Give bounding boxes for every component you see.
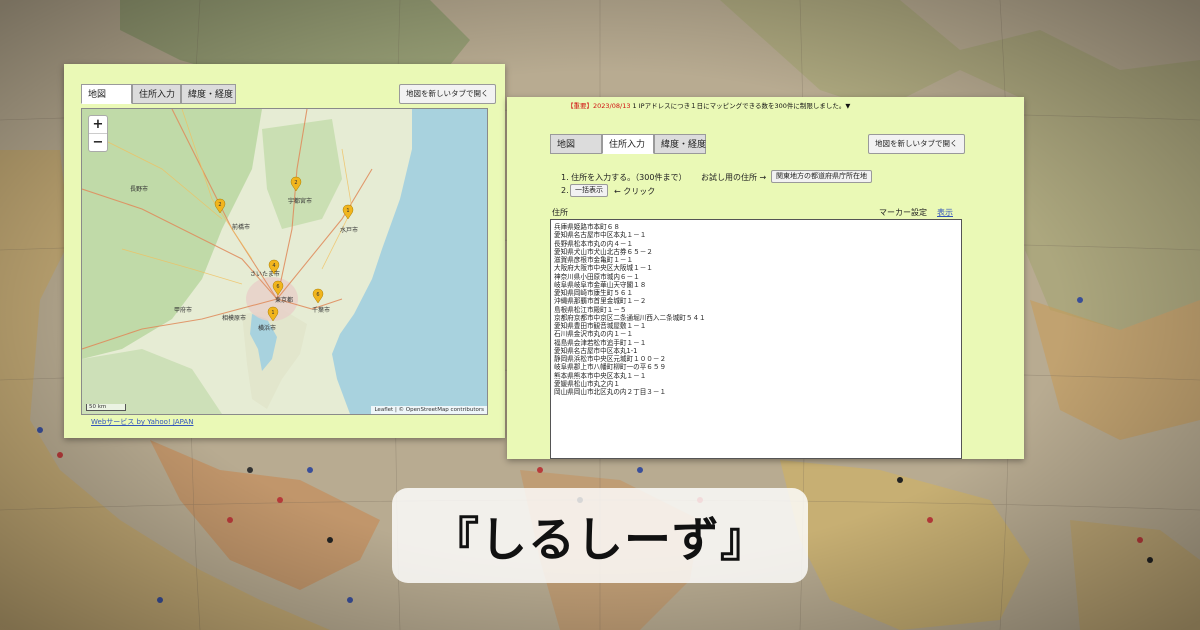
address-line: 大阪府大阪市中央区大阪城１－１ <box>554 264 653 273</box>
address-line: 石川県金沢市丸の内１－１ <box>554 330 634 339</box>
notice-text: 1 IPアドレスにつき１日にマッピングできる数を300件に制限しました。▼ <box>632 102 851 110</box>
marker-settings-label: マーカー設定 <box>879 208 927 217</box>
webservice-credit-link[interactable]: Webサービス by Yahoo! JAPAN <box>91 417 193 427</box>
open-map-new-tab-button[interactable]: 地図を新しいタブで開く <box>868 134 965 154</box>
tab-address-input[interactable]: 住所入力 <box>602 134 654 154</box>
map-label: 宇都宮市 <box>288 198 313 205</box>
svg-text:6: 6 <box>276 284 279 290</box>
marker-settings-show-link[interactable]: 表示 <box>937 207 953 218</box>
map-label: 前橋市 <box>232 224 251 231</box>
map-label: 横浜市 <box>258 325 277 332</box>
address-line: 愛媛県松山市丸之内１ <box>554 379 620 388</box>
address-line: 兵庫県姫路市本町６８ <box>554 223 620 231</box>
tab-lat-lng[interactable]: 緯度・経度 <box>181 84 236 104</box>
notice-date: 【重要】2023/08/13 <box>567 102 631 110</box>
zoom-control: + − <box>88 115 108 152</box>
address-line: 愛知県豊田市観音城屋敷１－１ <box>554 322 647 330</box>
tab-lat-lng[interactable]: 緯度・経度 <box>654 134 706 154</box>
address-line: 静岡県浜松市中央区元城町１００－２ <box>554 355 667 363</box>
map-panel-tabs: 地図 住所入力 緯度・経度 <box>81 84 236 104</box>
map-view[interactable]: 2 2 1 4 6 6 1 長野市 前橋市 宇都宮市 水戸市 さいたま市 東京都… <box>81 108 488 415</box>
map-scale: 50 km <box>86 404 126 411</box>
svg-text:2: 2 <box>294 180 297 186</box>
sample-address-button[interactable]: 関東地方の都道府県庁所在地 <box>771 170 872 183</box>
zoom-in-button[interactable]: + <box>89 116 107 133</box>
site-title: 『しるしーず』 <box>432 513 768 568</box>
svg-text:1: 1 <box>346 208 349 214</box>
map-panel: 地図 住所入力 緯度・経度 地図を新しいタブで開く 2 2 1 4 6 6 1 … <box>64 64 505 438</box>
map-label: 相模原市 <box>222 315 247 322</box>
address-panel-tabs: 地図 住所入力 緯度・経度 <box>550 134 706 154</box>
important-notice[interactable]: 【重要】2023/08/13 1 IPアドレスにつき１日にマッピングできる数を3… <box>567 100 850 110</box>
map-attribution[interactable]: Leaflet | © OpenStreetMap contributors <box>371 406 487 414</box>
svg-text:1: 1 <box>271 310 274 316</box>
tab-map[interactable]: 地図 <box>81 84 132 104</box>
address-line: 滋賀県彦根市金亀町１－１ <box>554 256 634 264</box>
address-line: 愛知県犬山市犬山北古券６５－２ <box>554 247 653 256</box>
address-line: 愛知県名古屋市中区本丸１－１ <box>554 231 647 240</box>
address-line: 沖縄県那覇市首里金城町１－２ <box>554 297 647 306</box>
svg-text:2: 2 <box>218 202 221 208</box>
svg-text:6: 6 <box>316 292 319 298</box>
click-hint: ← クリック <box>614 187 656 196</box>
open-map-new-tab-button[interactable]: 地図を新しいタブで開く <box>399 84 496 104</box>
address-line: 岐阜県郡上市八幡町柳町一の平６５９ <box>554 363 667 372</box>
address-line: 島根県松江市殿町１－５ <box>554 305 627 314</box>
address-line: 京都府京都市中京区二条通堀川西入二条城町５４１ <box>554 313 706 322</box>
address-line: 神奈川県小田原市城内６－１ <box>554 272 640 281</box>
address-line: 愛知県岡崎市康生町５６１ <box>554 289 634 297</box>
address-label: 住所 <box>552 208 568 217</box>
map-label: 東京都 <box>275 297 294 304</box>
tab-address-input[interactable]: 住所入力 <box>132 84 181 104</box>
address-line: 長野県松本市丸の内４－１ <box>554 239 634 248</box>
address-line: 愛知県名古屋市中区本丸1-1 <box>554 346 638 355</box>
zoom-out-button[interactable]: − <box>89 133 107 151</box>
sample-address-label: お試し用の住所 → <box>701 173 767 182</box>
map-label: さいたま市 <box>250 271 280 278</box>
address-line: 岐阜県岐阜市金華山天守閣１８ <box>554 280 647 289</box>
address-line: 岡山県岡山市北区丸の内２丁目３－１ <box>554 388 667 396</box>
map-label: 千葉市 <box>312 307 331 314</box>
title-banner: 『しるしーず』 <box>392 488 808 583</box>
step-1-instruction: 1. 住所を入力する。（300件まで） <box>561 173 687 182</box>
map-label: 水戸市 <box>340 227 359 234</box>
map-label: 長野市 <box>130 186 149 193</box>
address-line: 福島県会津若松市追手町１－１ <box>554 338 647 347</box>
map-label: 甲府市 <box>174 307 193 314</box>
tab-map[interactable]: 地図 <box>550 134 602 154</box>
address-input-panel: 【重要】2023/08/13 1 IPアドレスにつき１日にマッピングできる数を3… <box>507 97 1024 459</box>
map-tiles: 2 2 1 4 6 6 1 <box>82 109 412 414</box>
address-line: 熊本県熊本市中央区本丸１－１ <box>554 371 647 380</box>
step-2-number: 2. <box>561 186 569 195</box>
bulk-display-button[interactable]: 一括表示 <box>570 184 608 197</box>
address-textarea[interactable]: 兵庫県姫路市本町６８ 愛知県名古屋市中区本丸１－１ 長野県松本市丸の内４－１ 愛… <box>550 219 962 459</box>
